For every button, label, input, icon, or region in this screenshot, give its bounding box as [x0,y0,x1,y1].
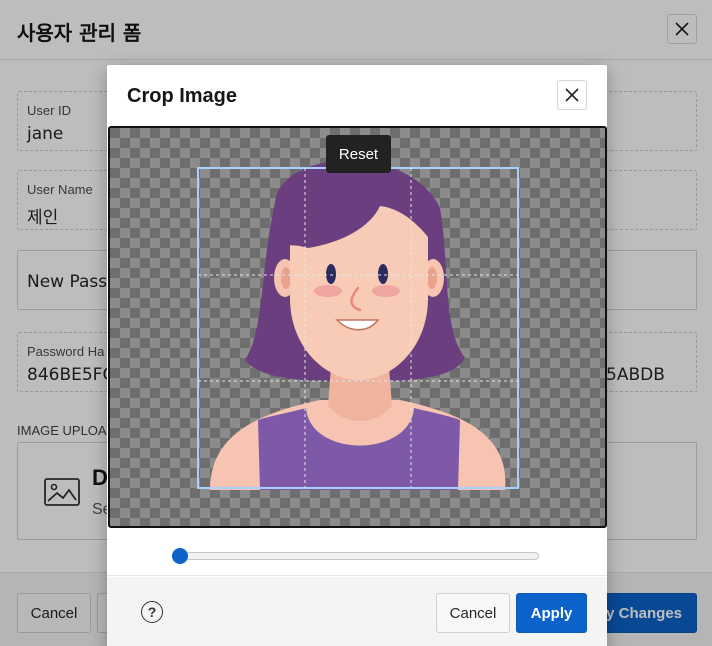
crop-canvas[interactable]: Reset [108,126,607,528]
dialog-title: Crop Image [127,85,238,107]
crop-image-dialog: Crop Image Reset ? Cancel Apply [107,65,607,646]
avatar-image [197,160,519,490]
dialog-apply-button[interactable]: Apply [516,593,587,633]
dialog-close-button[interactable] [557,80,587,110]
reset-button[interactable]: Reset [326,135,391,173]
zoom-slider-thumb[interactable] [172,548,188,564]
close-icon [565,88,579,102]
dialog-cancel-button[interactable]: Cancel [436,593,510,633]
zoom-slider-track[interactable] [177,552,539,560]
help-icon[interactable]: ? [141,601,163,623]
dialog-footer: ? Cancel Apply [107,577,607,646]
zoom-slider-row [107,530,607,576]
